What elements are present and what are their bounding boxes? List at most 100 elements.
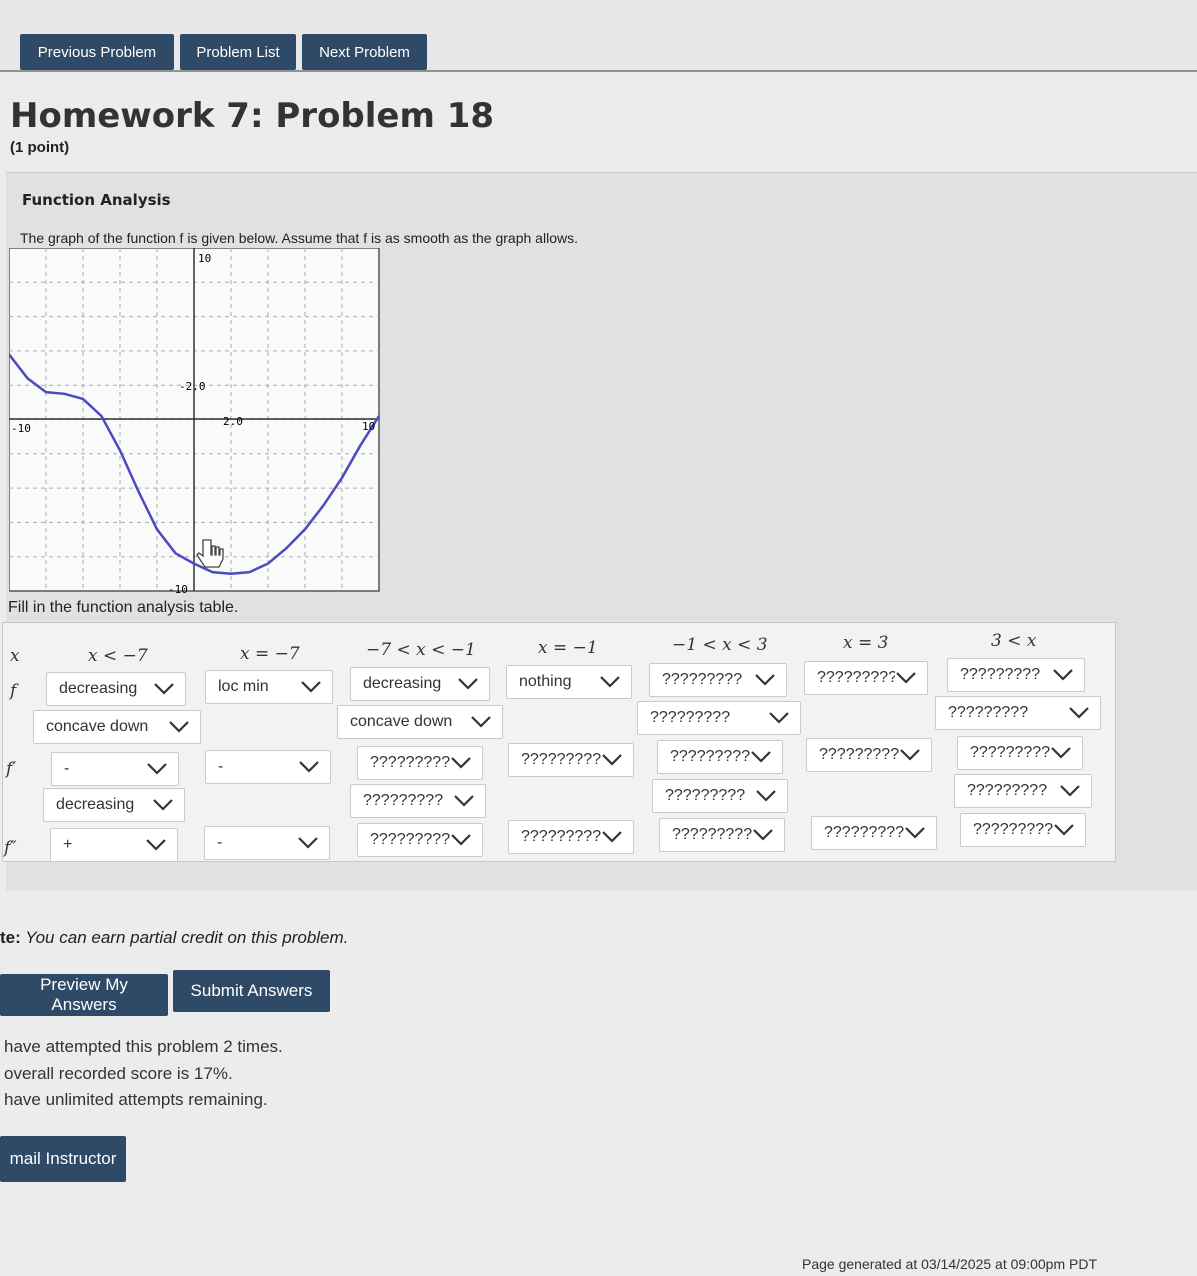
f-row1-select-4[interactable]: nothing [506,665,632,699]
chevron-down-icon [753,829,773,841]
fp-row2-select-4[interactable]: ????????? [954,774,1092,808]
chevron-down-icon [451,834,471,846]
select-value: decreasing [59,680,138,697]
attempts-status: have attempted this problem 2 times. [4,1037,283,1056]
function-graph: 10 -10 -10 10 -2.0 2.0 [9,248,381,593]
header-col-5: −1 < x < 3 [672,635,768,655]
note-prefix: te: [0,928,21,947]
f-row2-select-2[interactable]: concave down [337,705,503,739]
fpp-row1-select-6[interactable]: ????????? [811,816,937,850]
x-left-label: -10 [11,422,31,435]
fp-row1-select-2[interactable]: - [205,750,331,784]
chevron-down-icon [458,678,478,690]
fp-row1-select-6[interactable]: ????????? [806,738,932,772]
fpp-row1-select-5[interactable]: ????????? [659,818,785,852]
select-value: + [63,836,73,853]
select-value: ????????? [970,744,1050,761]
chevron-down-icon [471,716,491,728]
tick-label-pos: 2.0 [223,415,243,428]
select-value: ????????? [824,824,904,841]
chevron-down-icon [454,795,474,807]
problem-intro: The graph of the function f is given bel… [20,230,578,246]
y-top-label: 10 [198,252,211,265]
f-row1-select-3[interactable]: decreasing [350,667,490,701]
select-value: - [64,760,70,777]
remaining-status: have unlimited attempts remaining. [4,1090,268,1109]
f-row2-select-3[interactable]: ????????? [637,701,801,735]
fpp-row1-select-4[interactable]: ????????? [508,820,634,854]
previous-problem-button[interactable]: Previous Problem [20,34,174,70]
select-value: - [217,834,223,851]
f-row2-select-1[interactable]: concave down [33,710,201,744]
fpp-row1-select-7[interactable]: ????????? [960,813,1086,847]
fp-row1-select-3[interactable]: ????????? [357,746,483,780]
preview-answers-button[interactable]: Preview My Answers [0,974,168,1016]
header-col-1: x < −7 [88,646,148,666]
problem-list-button[interactable]: Problem List [180,34,296,70]
fp-row1-select-4[interactable]: ????????? [508,743,634,777]
f-row1-select-5[interactable]: ????????? [649,663,787,697]
x-right-label: 10 [362,420,375,433]
header-col-6: x = 3 [843,633,889,653]
header-col-2: x = −7 [240,644,300,664]
select-value: ????????? [662,671,743,688]
chevron-down-icon [154,683,174,695]
chevron-down-icon [602,754,622,766]
select-value: decreasing [363,675,442,692]
header-col-3: −7 < x < −1 [366,640,476,660]
y-bottom-label: -10 [168,583,188,593]
chevron-down-icon [769,712,789,724]
page-title: Homework 7: Problem 18 [10,96,495,136]
submit-answers-button[interactable]: Submit Answers [173,970,330,1012]
problem-heading: Function Analysis [22,191,171,209]
chevron-down-icon [1060,785,1080,797]
f-row1-select-1[interactable]: decreasing [46,672,186,706]
fp-row1-select-7[interactable]: ????????? [957,736,1083,770]
select-value: ????????? [363,792,444,809]
f-row2-select-4[interactable]: ????????? [935,696,1101,730]
select-value: ????????? [973,821,1053,838]
select-value: - [218,758,224,775]
select-value: concave down [46,718,149,735]
select-value: ????????? [650,709,731,726]
chevron-down-icon [602,831,622,843]
f-row1-select-2[interactable]: loc min [205,670,333,704]
chevron-down-icon [146,839,166,851]
chevron-down-icon [169,721,189,733]
select-value: ????????? [670,748,750,765]
chevron-down-icon [147,763,167,775]
chevron-down-icon [751,751,771,763]
problem-points: (1 point) [10,139,70,156]
chevron-down-icon [1054,824,1074,836]
fpp-row1-select-2[interactable]: - [204,826,330,860]
chevron-down-icon [900,749,920,761]
select-value: ????????? [370,831,450,848]
next-problem-button[interactable]: Next Problem [302,34,427,70]
email-instructor-button[interactable]: mail Instructor [0,1136,126,1182]
fp-row2-select-3[interactable]: ????????? [652,779,788,813]
fp-row1-select-1[interactable]: - [51,752,179,786]
chevron-down-icon [298,837,318,849]
f-row1-select-6[interactable]: ????????? [804,661,928,695]
select-value: nothing [519,673,572,690]
row-label-f: f [10,681,17,701]
fp-row2-select-1[interactable]: decreasing [43,788,185,822]
chevron-down-icon [301,681,321,693]
fpp-row1-select-3[interactable]: ????????? [357,823,483,857]
note-text: You can earn partial credit on this prob… [25,928,349,947]
select-value: ????????? [967,782,1048,799]
tick-label-neg: -2.0 [179,380,206,393]
fp-row2-select-2[interactable]: ????????? [350,784,486,818]
select-value: loc min [218,678,269,695]
score-status: overall recorded score is 17%. [4,1064,233,1083]
chevron-down-icon [1053,669,1073,681]
select-value: ????????? [370,754,450,771]
select-value: ????????? [948,704,1029,721]
fpp-row1-select-1[interactable]: + [50,828,178,862]
fp-row1-select-5[interactable]: ????????? [657,740,783,774]
chevron-down-icon [756,790,776,802]
select-value: ????????? [960,666,1041,683]
f-row1-select-7[interactable]: ????????? [947,658,1085,692]
select-value: decreasing [56,796,135,813]
chevron-down-icon [1051,747,1071,759]
